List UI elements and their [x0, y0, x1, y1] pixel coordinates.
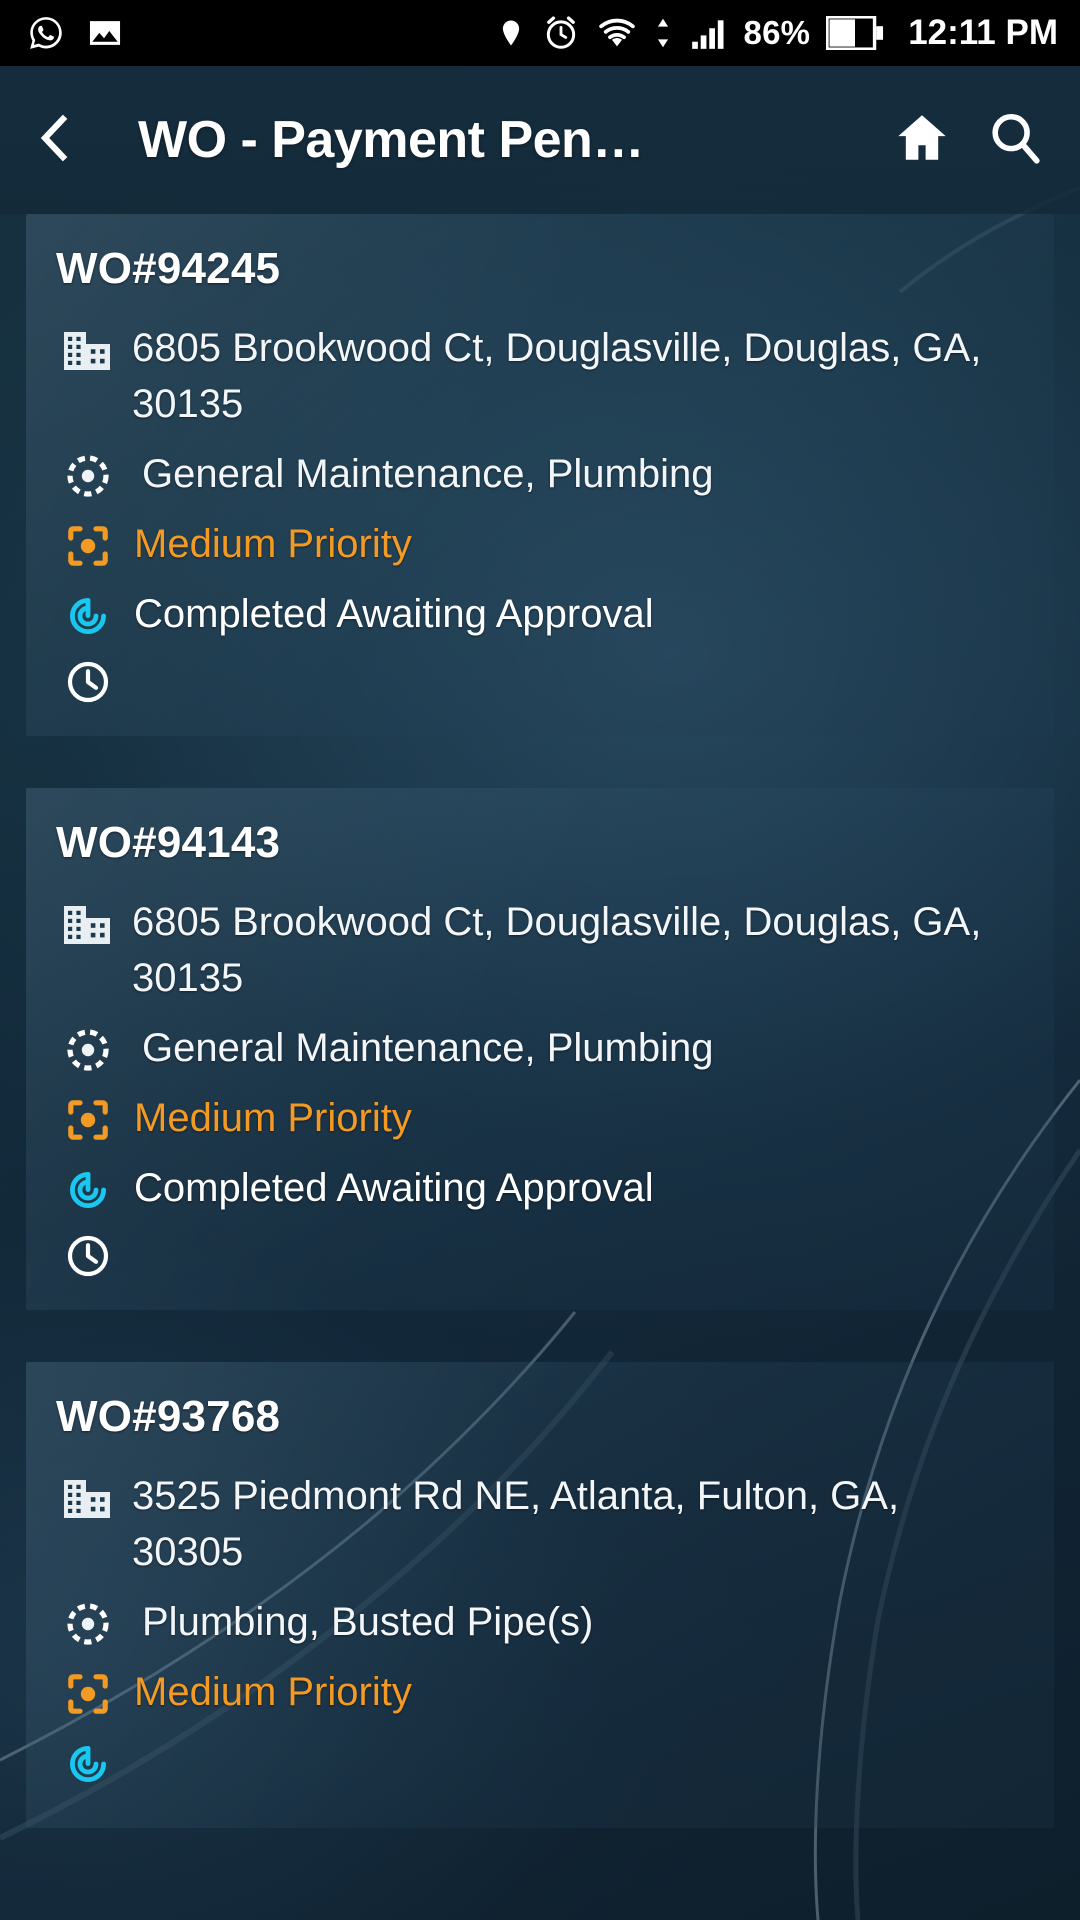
search-icon [986, 109, 1044, 172]
work-order-number: WO#93768 [56, 1392, 281, 1441]
priority-focus-icon [56, 1664, 120, 1718]
clock-icon [56, 1230, 120, 1280]
alarm-clock-icon [542, 14, 580, 52]
work-order-address: 3525 Piedmont Rd NE, Atlanta, Fulton, GA… [132, 1474, 900, 1574]
search-button[interactable] [986, 109, 1044, 172]
work-order-address-row: 6805 Brookwood Ct, Douglasville, Douglas… [56, 320, 1020, 432]
whatsapp-icon [26, 13, 66, 53]
home-button[interactable] [892, 109, 952, 172]
work-order-number: WO#94143 [56, 818, 281, 867]
work-order-category-row: Plumbing, Busted Pipe(s) [56, 1594, 1020, 1650]
data-transfer-icon [654, 14, 672, 52]
work-order-time-row [56, 1230, 1020, 1280]
work-order-number: WO#94245 [56, 244, 281, 293]
work-order-priority-row: Medium Priority [56, 1090, 1020, 1146]
work-order-status-row [56, 1734, 1020, 1788]
status-spiral-icon [56, 1160, 120, 1214]
back-button[interactable] [40, 112, 112, 169]
work-order-card[interactable]: WO#93768 3525 Piedmont Rd NE, Atlanta, F… [26, 1362, 1054, 1828]
clock-icon [56, 656, 120, 706]
work-order-category: General Maintenance, Plumbing [142, 1026, 714, 1070]
gallery-image-icon [86, 14, 124, 52]
status-spiral-icon [56, 1734, 120, 1788]
wifi-icon [596, 15, 638, 51]
work-order-card[interactable]: WO#94245 6805 Brookwood Ct, Douglasville… [26, 214, 1054, 736]
work-order-priority-row: Medium Priority [56, 1664, 1020, 1720]
category-target-icon [56, 1594, 120, 1648]
work-order-address: 6805 Brookwood Ct, Douglasville, Douglas… [132, 326, 982, 426]
work-order-priority: Medium Priority [134, 1670, 412, 1714]
work-order-category-row: General Maintenance, Plumbing [56, 446, 1020, 502]
category-target-icon [56, 446, 120, 500]
priority-focus-icon [56, 1090, 120, 1144]
work-order-category-row: General Maintenance, Plumbing [56, 1020, 1020, 1076]
work-order-status-row: Completed Awaiting Approval [56, 1160, 1020, 1216]
page-title: WO - Payment Pen… [138, 111, 644, 169]
building-icon [56, 1468, 120, 1524]
building-icon [56, 320, 120, 376]
work-order-address-row: 6805 Brookwood Ct, Douglasville, Douglas… [56, 894, 1020, 1006]
status-spiral-icon [56, 586, 120, 640]
work-order-time-row [56, 656, 1020, 706]
cell-signal-icon [688, 14, 728, 52]
work-order-category: Plumbing, Busted Pipe(s) [142, 1600, 594, 1644]
battery-icon [826, 16, 884, 50]
home-icon [892, 109, 952, 172]
battery-percent-label: 86% [743, 14, 811, 51]
status-bar-clock: 12:11 PM [908, 13, 1058, 52]
location-pin-icon [496, 14, 526, 52]
work-order-status: Completed Awaiting Approval [134, 592, 654, 636]
app-screen: 86% 12:11 PM WO - Payment Pen… WO#94245 … [0, 0, 1080, 1920]
work-order-address-row: 3525 Piedmont Rd NE, Atlanta, Fulton, GA… [56, 1468, 1020, 1580]
work-order-list[interactable]: WO#94245 6805 Brookwood Ct, Douglasville… [0, 214, 1080, 1828]
priority-focus-icon [56, 516, 120, 570]
work-order-priority: Medium Priority [134, 1096, 412, 1140]
work-order-address: 6805 Brookwood Ct, Douglasville, Douglas… [132, 900, 982, 1000]
work-order-status: Completed Awaiting Approval [134, 1166, 654, 1210]
work-order-priority: Medium Priority [134, 522, 412, 566]
building-icon [56, 894, 120, 950]
app-bar: WO - Payment Pen… [0, 66, 1080, 214]
work-order-status-row: Completed Awaiting Approval [56, 586, 1020, 642]
work-order-card[interactable]: WO#94143 6805 Brookwood Ct, Douglasville… [26, 788, 1054, 1310]
work-order-priority-row: Medium Priority [56, 516, 1020, 572]
category-target-icon [56, 1020, 120, 1074]
back-arrow-icon [40, 112, 102, 169]
status-bar: 86% 12:11 PM [0, 0, 1080, 66]
work-order-category: General Maintenance, Plumbing [142, 452, 714, 496]
